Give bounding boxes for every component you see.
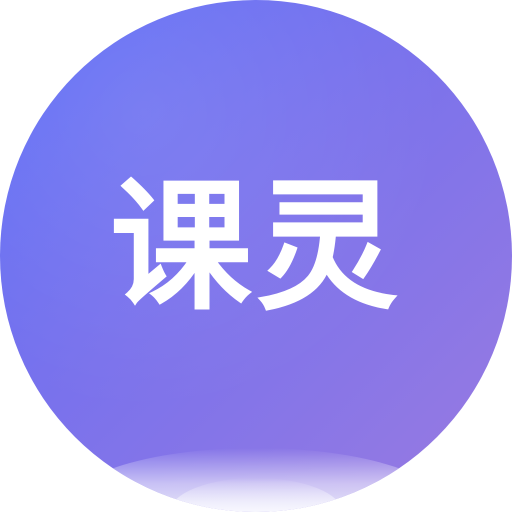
app-icon[interactable]: 课灵 xyxy=(0,0,512,512)
app-icon-canvas: 课灵 xyxy=(0,0,512,512)
brand-name-text: 课灵 xyxy=(110,165,402,330)
